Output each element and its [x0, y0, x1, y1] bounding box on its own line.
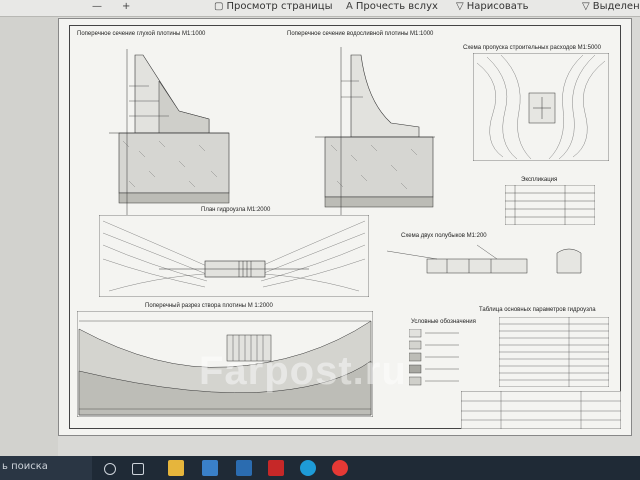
title-block: [461, 391, 621, 429]
cofferdam-drawing: [386, 244, 582, 274]
legend-swatches: [409, 329, 459, 386]
highlight-icon: ▽: [582, 1, 590, 12]
draw-button[interactable]: ▽ Нарисовать: [456, 0, 529, 16]
diversion-title: Схема пропуска строительных расходов М1:…: [463, 45, 601, 51]
plan-title: План гидроузла М1:2000: [201, 207, 271, 213]
params-table: [499, 317, 609, 387]
search-placeholder: ь поиска: [2, 461, 48, 472]
file-explorer-icon[interactable]: [168, 460, 184, 476]
spillway-section-title: Поперечное сечение водосливной плотины М…: [287, 31, 434, 37]
reader-toolbar: — + ▢ Просмотр страницы A Прочесть вслух ▽…: [0, 0, 640, 17]
params-table-title: Таблица основных параметров гидроузла: [479, 307, 596, 313]
page-view-button[interactable]: ▢ Просмотр страницы: [214, 0, 333, 16]
zoom-in-button[interactable]: +: [122, 0, 133, 16]
highlight-label: Выделение: [592, 1, 640, 12]
draw-icon: ▽: [456, 1, 464, 12]
explication-table: [505, 185, 595, 225]
page-view-icon: ▢: [214, 1, 224, 12]
autocad-icon[interactable]: [268, 460, 284, 476]
start-icon[interactable]: [104, 463, 116, 475]
edge-icon[interactable]: [300, 460, 316, 476]
mail-icon[interactable]: [236, 460, 252, 476]
read-aloud-label: Прочесть вслух: [355, 1, 438, 12]
draw-label: Нарисовать: [466, 1, 529, 12]
drawing-sheet[interactable]: Поперечное сечение глухой плотины М1:100…: [58, 18, 632, 436]
legend-title: Условные обозначения: [411, 319, 476, 325]
zoom-out-button[interactable]: —: [92, 0, 105, 16]
cross-section-title: Поперечный разрез створа плотины М 1:200…: [145, 303, 273, 309]
explication-title: Экспликация: [521, 177, 558, 183]
spillway-section-drawing: [315, 47, 435, 217]
page-view-label: Просмотр страницы: [226, 1, 333, 12]
highlight-button[interactable]: ▽Выделение: [582, 0, 640, 16]
cofferdam-title: Схема двух полубыков М1:200: [401, 233, 487, 239]
taskbar-search[interactable]: ь поиска: [0, 456, 92, 480]
read-aloud-button[interactable]: A Прочесть вслух: [346, 0, 438, 16]
taskbar: ь поиска: [0, 456, 640, 480]
store-icon[interactable]: [202, 460, 218, 476]
minus-icon: —: [92, 1, 102, 12]
task-view-icon[interactable]: [132, 463, 144, 475]
chrome-icon[interactable]: [332, 460, 348, 476]
plus-icon: +: [122, 1, 131, 12]
viewer-margin: [0, 17, 58, 456]
watermark: Farpost.ru: [199, 349, 407, 393]
read-aloud-icon: A: [346, 1, 353, 12]
dam-section-drawing: [109, 49, 230, 219]
plan-drawing: [99, 215, 369, 297]
dam-section-title: Поперечное сечение глухой плотины М1:100…: [77, 31, 206, 37]
diversion-scheme-drawing: [473, 53, 609, 161]
